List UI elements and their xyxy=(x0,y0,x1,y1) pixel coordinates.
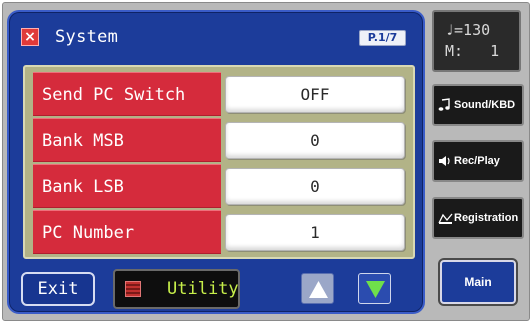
rec-play-button[interactable]: Rec/Play xyxy=(432,140,524,182)
send-pc-switch-value[interactable]: OFF xyxy=(225,76,405,113)
pc-number-value[interactable]: 1 xyxy=(225,214,405,251)
param-label: Bank LSB xyxy=(33,164,221,208)
registration-icon xyxy=(438,213,453,224)
page-indicator: P.1/7 xyxy=(359,30,406,46)
parameter-panel: Send PC Switch OFF Bank MSB 0 Bank LSB 0… xyxy=(23,65,415,259)
scroll-up-button[interactable] xyxy=(301,273,334,304)
tempo-display: ♩=130 M: 1 xyxy=(432,10,521,72)
dialog-title: System xyxy=(55,27,119,47)
param-row-send-pc-switch: Send PC Switch OFF xyxy=(33,72,407,116)
dialog-titlebar: × System P.1/7 xyxy=(9,12,423,60)
utility-icon xyxy=(125,281,141,297)
param-label: PC Number xyxy=(33,210,221,254)
param-row-bank-msb: Bank MSB 0 xyxy=(33,118,407,162)
rec-play-label: Rec/Play xyxy=(454,155,500,167)
tempo-readout: ♩=130 xyxy=(445,21,491,39)
scroll-down-button[interactable] xyxy=(358,273,391,304)
bank-lsb-value[interactable]: 0 xyxy=(225,168,405,205)
main-button[interactable]: Main xyxy=(440,260,516,304)
registration-button[interactable]: Registration xyxy=(432,197,524,239)
measure-readout: M: 1 xyxy=(445,42,500,60)
utility-button[interactable]: Utility xyxy=(113,269,240,309)
bank-msb-value[interactable]: 0 xyxy=(225,122,405,159)
sound-kbd-label: Sound/KBD xyxy=(454,99,516,111)
triangle-up-icon xyxy=(309,281,328,298)
sound-kbd-button[interactable]: Sound/KBD xyxy=(432,84,524,126)
registration-label: Registration xyxy=(454,212,519,224)
exit-button[interactable]: Exit xyxy=(21,272,95,306)
triangle-down-icon xyxy=(366,281,385,298)
system-dialog: × System P.1/7 Send PC Switch OFF Bank M… xyxy=(7,10,425,314)
param-row-bank-lsb: Bank LSB 0 xyxy=(33,164,407,208)
param-label: Send PC Switch xyxy=(33,72,221,116)
close-icon[interactable]: × xyxy=(21,28,39,46)
speaker-icon xyxy=(439,156,450,166)
param-row-pc-number: PC Number 1 xyxy=(33,210,407,254)
music-note-icon xyxy=(438,98,450,111)
param-label: Bank MSB xyxy=(33,118,221,162)
utility-label: Utility xyxy=(167,279,239,299)
